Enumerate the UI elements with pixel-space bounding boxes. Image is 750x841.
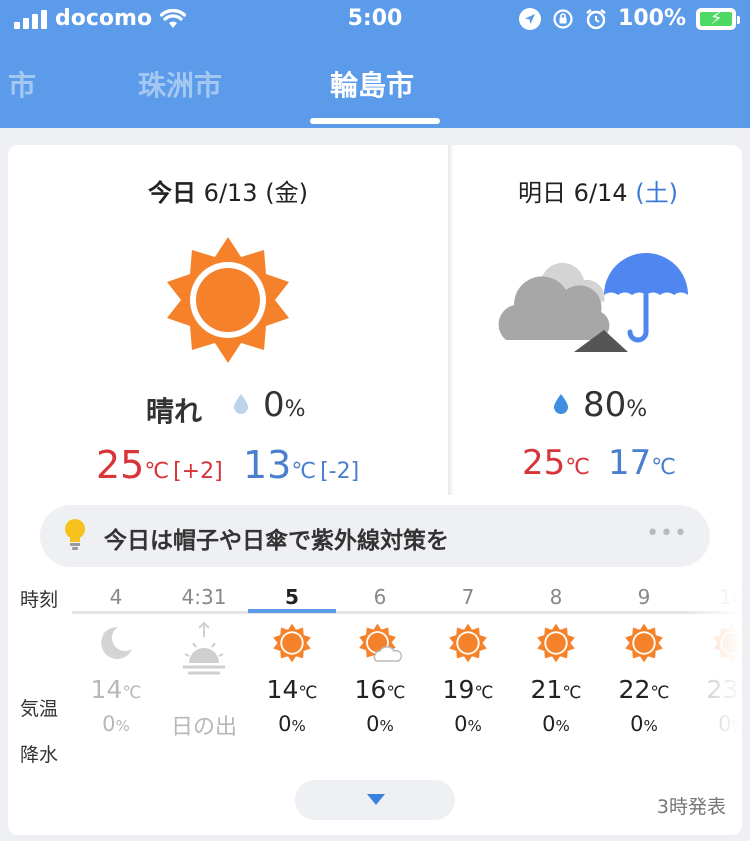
tab-suzu[interactable]: 珠洲市 [138,64,222,104]
tomorrow-low: 17℃ [608,443,676,483]
city-tabs: 市 珠洲市 輪島市 [0,42,750,128]
row-label-temp: 気温 [20,698,59,720]
status-bar: docomo 5:00 100% ⚡ [0,0,750,42]
hour-column: 4 ★ 14℃ 0% [90,585,142,736]
raindrop-icon [234,394,248,414]
cloud-to-rain-icon [498,253,688,352]
tomorrow-title: 明日 6/14 (土) [518,179,678,207]
orientation-lock-icon [553,8,573,29]
sun-cloud-icon [359,623,403,662]
advice-banner[interactable]: 今日は帽子や日傘で紫外線対策を ••• [40,505,710,567]
scroll-fade [682,565,742,765]
alarm-icon [586,8,606,29]
hour-column: 8 21℃ 0% [530,585,582,736]
sun-icon [449,623,487,663]
sunrise-icon [183,621,225,675]
today-low: 13℃ [-2] [243,443,360,487]
expand-button[interactable] [295,780,455,820]
today-precip: 0% [263,385,306,425]
battery-icon: ⚡ [696,7,740,30]
forecast-card: 今日 6/13 (金) 晴れ 0% 25℃ [+2] 13℃ [-2] 明日 6/1… [8,145,742,835]
sun-icon [537,623,575,663]
hour-column: 6 16℃ 0% [354,585,406,736]
tab-city-partial[interactable]: 市 [8,64,36,104]
issued-time: 3時発表 [656,796,726,818]
lightbulb-icon [65,519,85,550]
battery-percent: 100% [618,6,686,31]
row-label-time: 時刻 [20,589,59,611]
hour-column-sunrise: 4:31 日の出 [160,585,248,741]
sun-icon [167,237,289,363]
raindrop-icon [554,394,568,414]
sunrise-label: 日の出 [170,715,237,740]
advice-text: 今日は帽子や日傘で紫外線対策を [104,528,449,554]
more-icon[interactable]: ••• [646,521,688,546]
tab-wajima[interactable]: 輪島市 [330,64,414,104]
today-high: 25℃ [+2] [96,443,223,487]
hour-column: 9 22℃ 0% [618,585,670,736]
today-title: 今日 6/13 (金) [148,179,308,207]
app-header: docomo 5:00 100% ⚡ 市 珠洲市 輪島市 [0,0,750,128]
today-condition: 晴れ [146,395,203,428]
active-tab-indicator [310,118,440,124]
moon-icon: ★ [101,626,132,659]
sun-icon [273,623,311,663]
chevron-down-icon [367,794,385,805]
tomorrow-precip: 80% [583,385,648,425]
svg-text:★: ★ [102,629,111,640]
location-icon [519,7,542,30]
hour-column: 7 19℃ 0% [442,585,494,736]
tomorrow-high: 25℃ [522,443,590,483]
sun-icon [625,623,663,663]
hour-column: 5 14℃ 0% [266,585,318,736]
row-label-precip: 降水 [20,744,59,766]
